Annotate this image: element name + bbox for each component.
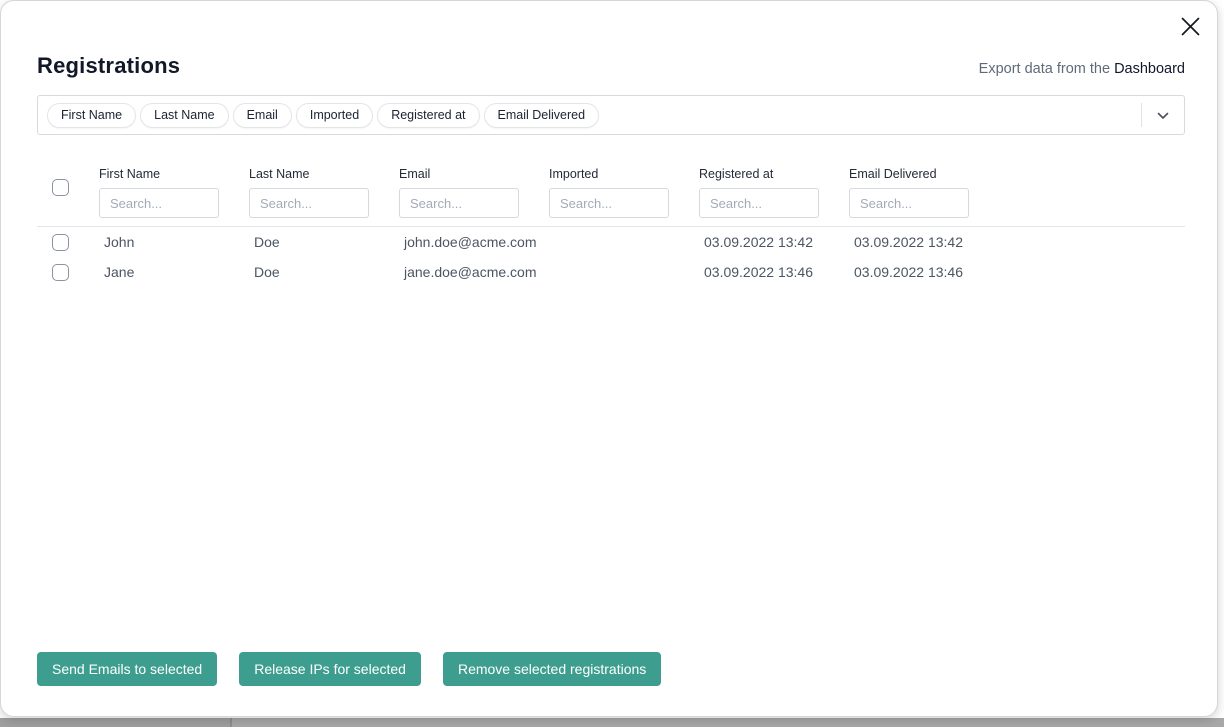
select-all-checkbox[interactable] [52,179,69,196]
cell-email: jane.doe@acme.com [399,264,549,280]
column-header-last-name: Last Name [249,156,399,218]
search-input-last-name[interactable] [249,188,369,218]
footer-actions: Send Emails to selected Release IPs for … [37,652,661,686]
filter-chip-first-name[interactable]: First Name [47,103,136,128]
search-input-email[interactable] [399,188,519,218]
search-input-registered-at[interactable] [699,188,819,218]
filter-bar: First Name Last Name Email Imported Regi… [37,95,1185,135]
row-checkbox-cell [37,234,99,251]
cell-email: john.doe@acme.com [399,234,549,250]
row-checkbox[interactable] [52,264,69,281]
table-row: John Doe john.doe@acme.com 03.09.2022 13… [37,227,1185,257]
send-emails-button[interactable]: Send Emails to selected [37,652,217,686]
cell-last-name: Doe [249,264,399,280]
cell-first-name: John [99,234,249,250]
registrations-modal: Registrations Export data from the Dashb… [0,0,1218,717]
table-row: Jane Doe jane.doe@acme.com 03.09.2022 13… [37,257,1185,287]
export-note-text: Export data from the [979,61,1114,77]
cell-email-delivered: 03.09.2022 13:42 [849,234,999,250]
export-note: Export data from the Dashboard [979,61,1185,79]
close-button[interactable] [1176,14,1204,42]
cell-first-name: Jane [99,264,249,280]
page-background-strip-left [0,718,230,727]
column-label: Email [399,167,549,181]
column-header-email-delivered: Email Delivered [849,156,999,218]
search-input-first-name[interactable] [99,188,219,218]
column-label: Email Delivered [849,167,999,181]
cell-last-name: Doe [249,234,399,250]
release-ips-button[interactable]: Release IPs for selected [239,652,421,686]
cell-registered-at: 03.09.2022 13:42 [699,234,849,250]
filter-chip-registered-at[interactable]: Registered at [377,103,479,128]
filter-chip-email[interactable]: Email [233,103,292,128]
cell-email-delivered: 03.09.2022 13:46 [849,264,999,280]
row-checkbox[interactable] [52,234,69,251]
modal-header: Registrations Export data from the Dashb… [37,53,1185,79]
cell-registered-at: 03.09.2022 13:46 [699,264,849,280]
search-input-imported[interactable] [549,188,669,218]
remove-registrations-button[interactable]: Remove selected registrations [443,652,661,686]
page-background-strip-right [230,718,1224,727]
column-label: Last Name [249,167,399,181]
filter-expand-button[interactable] [1142,96,1184,134]
row-checkbox-cell [37,264,99,281]
select-all-cell [37,156,99,218]
column-header-registered-at: Registered at [699,156,849,218]
filter-chip-last-name[interactable]: Last Name [140,103,228,128]
table-header-row: First Name Last Name Email Imported Regi… [37,156,1185,218]
page-title: Registrations [37,53,180,79]
filter-chip-imported[interactable]: Imported [296,103,373,128]
close-icon [1181,17,1200,39]
dashboard-link[interactable]: Dashboard [1114,61,1185,77]
filter-bar-controls [1141,96,1184,134]
column-header-first-name: First Name [99,156,249,218]
chevron-down-icon [1157,108,1169,123]
filter-chip-email-delivered[interactable]: Email Delivered [484,103,600,128]
column-label: Imported [549,167,699,181]
registrations-table: First Name Last Name Email Imported Regi… [37,156,1185,287]
column-header-imported: Imported [549,156,699,218]
column-label: Registered at [699,167,849,181]
column-label: First Name [99,167,249,181]
column-header-email: Email [399,156,549,218]
search-input-email-delivered[interactable] [849,188,969,218]
